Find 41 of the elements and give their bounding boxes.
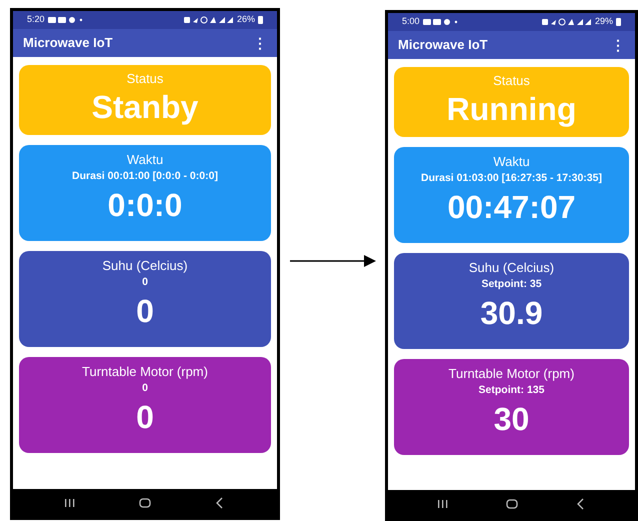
card-detail: Setpoint: 135 — [478, 383, 544, 397]
card-label: Turntable Motor (rpm) — [82, 364, 208, 380]
home-icon[interactable] — [138, 497, 151, 509]
card-detail: 0 — [142, 275, 148, 289]
system-status-icons — [184, 16, 234, 24]
status-time: 5:20 — [27, 13, 45, 26]
menu-button[interactable]: ⋮ — [611, 38, 625, 52]
card-label: Suhu (Celcius) — [468, 260, 554, 276]
card-detail: Durasi 00:01:00 [0:0:0 - 0:0:0] — [72, 169, 218, 183]
card-label: Waktu — [126, 152, 164, 168]
recents-icon[interactable] — [436, 498, 448, 510]
card-label: Waktu — [493, 154, 530, 170]
card-value: 0 — [136, 292, 154, 331]
card-label: Status — [126, 71, 164, 87]
card-value: 00:47:07 — [447, 188, 576, 227]
app-title: Microwave IoT — [398, 36, 488, 54]
card-detail: Setpoint: 35 — [481, 277, 542, 291]
card-value: 30 — [494, 400, 530, 439]
card-label: Suhu (Celcius) — [102, 258, 188, 274]
card-label: Turntable Motor (rpm) — [448, 366, 574, 382]
battery-icon — [616, 18, 621, 26]
card-value: Running — [446, 90, 576, 129]
battery-icon — [258, 16, 263, 24]
battery-percent: 26% — [236, 13, 255, 26]
system-status-icons — [542, 18, 592, 26]
status-time: 5:00 — [402, 15, 420, 28]
notification-icons — [48, 16, 84, 24]
card-detail: 0 — [142, 381, 148, 395]
card-value: 0 — [136, 398, 154, 437]
menu-button[interactable]: ⋮ — [253, 36, 267, 50]
battery-percent: 29% — [594, 15, 613, 28]
home-icon[interactable] — [506, 498, 518, 510]
back-icon[interactable] — [574, 498, 586, 510]
notification-icons — [422, 18, 459, 26]
card-value: 30.9 — [480, 294, 543, 333]
card-value: Stanby — [92, 88, 198, 127]
card-label: Status — [493, 73, 530, 89]
app-title: Microwave IoT — [23, 34, 113, 52]
card-detail: Durasi 01:03:00 [16:27:35 - 17:30:35] — [421, 171, 602, 185]
recents-icon[interactable] — [64, 497, 76, 509]
card-value: 0:0:0 — [108, 186, 182, 225]
